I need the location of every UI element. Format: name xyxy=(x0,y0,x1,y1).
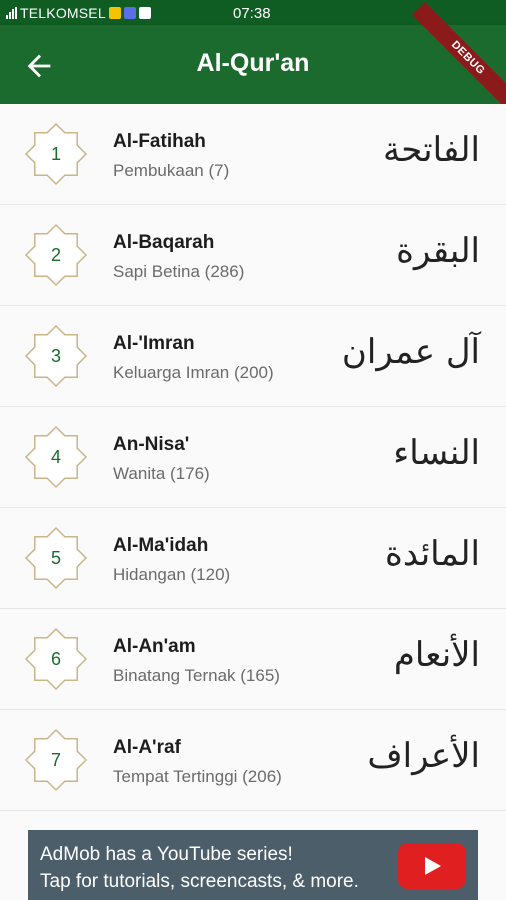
surah-arabic-name: البقرة xyxy=(396,231,480,271)
surah-name: An-Nisa' xyxy=(113,434,190,455)
status-time: 07:38 xyxy=(233,5,271,22)
surah-name: Al-Fatihah xyxy=(113,131,206,152)
surah-list-item[interactable]: 2 Al-Baqarah Sapi Betina (286) البقرة xyxy=(0,205,506,306)
surah-number: 3 xyxy=(50,345,61,366)
surah-name: Al-A'raf xyxy=(113,737,181,758)
surah-number-badge: 5 xyxy=(24,526,88,590)
surah-list-item[interactable]: 3 Al-'Imran Keluarga Imran (200) آل عمرا… xyxy=(0,306,506,407)
surah-name: Al-Ma'idah xyxy=(113,535,209,556)
surah-meaning: Sapi Betina (286) xyxy=(113,262,245,281)
surah-name: Al-An'am xyxy=(113,636,196,657)
surah-meaning: Tempat Tertinggi (206) xyxy=(113,767,282,786)
surah-meaning: Hidangan (120) xyxy=(113,565,231,584)
carrier-name: TELKOMSEL xyxy=(20,4,106,21)
surah-list-item[interactable]: 5 Al-Ma'idah Hidangan (120) المائدة xyxy=(0,508,506,609)
surah-number-badge: 1 xyxy=(24,122,88,186)
surah-meaning: Pembukaan (7) xyxy=(113,161,230,180)
surah-number: 4 xyxy=(50,446,61,467)
notification-icon xyxy=(123,6,136,19)
signal-icon xyxy=(6,6,17,19)
ad-line-2: Tap for tutorials, screencasts, & more. xyxy=(40,871,359,892)
surah-number-badge: 3 xyxy=(24,324,88,388)
surah-list-item[interactable]: 4 An-Nisa' Wanita (176) النساء xyxy=(0,407,506,508)
surah-number-badge: 4 xyxy=(24,425,88,489)
mail-icon xyxy=(138,6,151,19)
surah-list-item[interactable]: 1 Al-Fatihah Pembukaan (7) الفاتحة xyxy=(0,104,506,205)
page-title: Al-Qur'an xyxy=(196,49,310,77)
surah-number: 5 xyxy=(50,547,61,568)
ad-text: AdMob has a YouTube series! Tap for tuto… xyxy=(40,841,359,895)
app-bar: Al-Qur'an DEBUG xyxy=(0,2,506,114)
surah-list-item[interactable]: 7 Al-A'raf Tempat Tertinggi (206) الأعرا… xyxy=(0,710,506,811)
ad-line-1: AdMob has a YouTube series! xyxy=(40,844,293,865)
surah-arabic-name: المائدة xyxy=(385,534,480,574)
surah-list-item[interactable]: 6 Al-An'am Binatang Ternak (165) الأنعام xyxy=(0,609,506,710)
surah-number: 6 xyxy=(50,648,61,669)
surah-number: 1 xyxy=(50,143,61,164)
surah-number-badge: 7 xyxy=(24,728,88,792)
surah-name: Al-Baqarah xyxy=(113,232,215,253)
surah-arabic-name: الأعراف xyxy=(367,736,480,776)
surah-meaning: Keluarga Imran (200) xyxy=(113,363,274,382)
surah-number: 7 xyxy=(50,749,61,770)
surah-number: 2 xyxy=(50,244,61,265)
notification-icon xyxy=(108,6,121,19)
youtube-play-icon[interactable] xyxy=(398,843,466,889)
surah-arabic-name: النساء xyxy=(393,433,480,473)
surah-list: 1 Al-Fatihah Pembukaan (7) الفاتحة 2 Al-… xyxy=(0,104,506,811)
ad-banner[interactable]: AdMob has a YouTube series! Tap for tuto… xyxy=(28,830,478,900)
surah-number-badge: 2 xyxy=(24,223,88,287)
surah-name: Al-'Imran xyxy=(113,333,195,354)
surah-arabic-name: الأنعام xyxy=(393,635,480,675)
surah-number-badge: 6 xyxy=(24,627,88,691)
surah-arabic-name: الفاتحة xyxy=(382,130,480,170)
surah-meaning: Wanita (176) xyxy=(113,464,210,483)
surah-meaning: Binatang Ternak (165) xyxy=(113,666,280,685)
surah-arabic-name: آل عمران xyxy=(341,332,480,372)
